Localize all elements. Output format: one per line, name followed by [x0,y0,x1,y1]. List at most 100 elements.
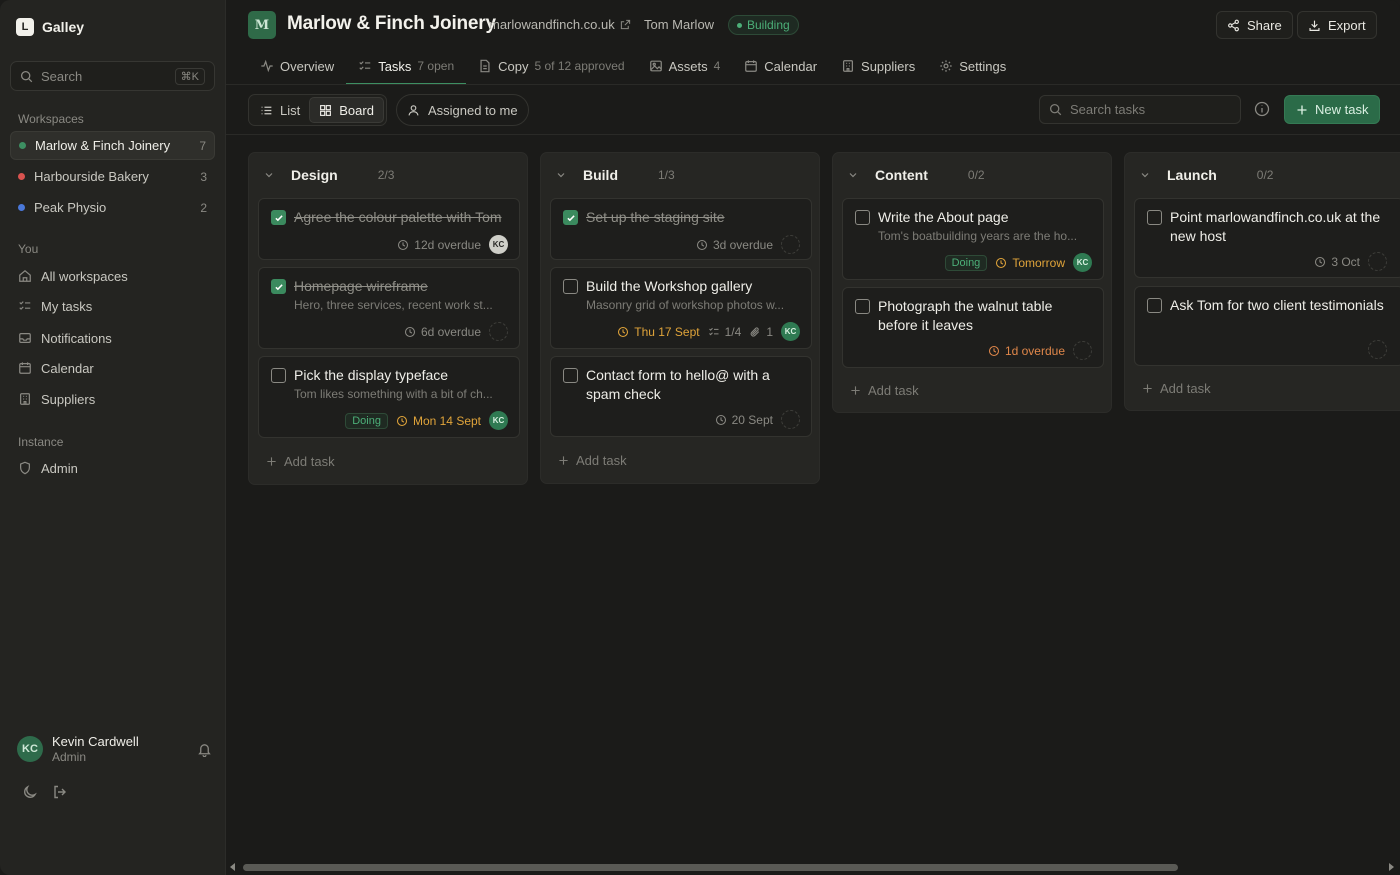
tab-tasks[interactable]: Tasks 7 open [346,48,467,85]
inbox-icon [19,333,31,343]
image-icon [649,60,662,72]
horizontal-scrollbar[interactable] [228,861,1396,873]
task-checkbox[interactable] [1147,210,1162,225]
task-meta: 3d overdue [696,235,800,254]
assignee-avatar[interactable]: KC [489,235,508,254]
workspace-name: Harbourside Bakery [34,169,149,184]
board-view-button[interactable]: Board [309,97,384,123]
task-card[interactable]: Build the Workshop gallery Masonry grid … [550,267,812,349]
bell-icon[interactable] [197,742,212,757]
task-card[interactable]: Contact form to hello@ with a spam check… [550,356,812,437]
column-design: Design 2/3 Agree the colour palette with… [248,152,528,485]
task-description: Tom likes something with a bit of ch... [294,387,493,401]
nav-admin[interactable]: Admin [10,454,215,482]
task-checkbox[interactable] [855,210,870,225]
nav-suppliers[interactable]: Suppliers [10,385,215,413]
share-button[interactable]: Share [1216,11,1293,39]
chevron-down-icon[interactable] [555,169,567,181]
add-task-button[interactable]: Add task [266,454,335,469]
tab-settings[interactable]: Settings [927,48,1018,84]
column-name: Design [291,167,338,183]
paperclip-icon [750,326,760,337]
workspace-item-peak-physio[interactable]: Peak Physio 2 [10,193,215,222]
task-card[interactable]: Pick the display typeface Tom likes some… [258,356,520,438]
view-toggle: List Board [248,94,387,126]
task-card[interactable]: Agree the colour palette with Tom 12d ov… [258,198,520,260]
task-list-icon [359,61,371,70]
unassigned-avatar[interactable] [489,322,508,341]
tab-overview[interactable]: Overview [248,48,346,84]
nav-my-tasks[interactable]: My tasks [10,292,215,320]
unassigned-avatar[interactable] [781,410,800,429]
task-card[interactable]: Homepage wireframe Hero, three services,… [258,267,520,349]
clock-icon [996,257,1007,268]
unassigned-avatar[interactable] [1368,340,1387,359]
unassigned-avatar[interactable] [781,235,800,254]
task-checkbox[interactable] [563,368,578,383]
task-due-label: 12d overdue [414,237,481,252]
workspace-name: Peak Physio [34,200,107,215]
task-checkbox[interactable] [271,279,286,294]
nav-all-workspaces[interactable]: All workspaces [10,262,215,290]
task-checkbox[interactable] [1147,298,1162,313]
list-view-button[interactable]: List [251,97,309,123]
tab-assets[interactable]: Assets 4 [637,48,733,84]
workspace-name: Marlow & Finch Joinery [35,138,171,153]
assigned-to-me-filter[interactable]: Assigned to me [396,94,529,126]
assignee-avatar[interactable]: KC [489,411,508,430]
workspace-item-harbourside[interactable]: Harbourside Bakery 3 [10,162,215,191]
task-checkbox[interactable] [271,368,286,383]
scroll-left-icon[interactable] [230,863,236,871]
workspace-item-marlow[interactable]: Marlow & Finch Joinery 7 [10,131,215,160]
column-header[interactable]: Launch 0/2 [1125,153,1400,197]
add-task-button[interactable]: Add task [850,383,919,398]
task-search-input[interactable]: Search tasks [1039,95,1241,124]
task-title: Pick the display typeface [294,367,449,383]
search-icon [20,70,33,82]
tab-suppliers[interactable]: Suppliers [829,48,927,84]
project-url-link[interactable]: marlowandfinch.co.uk [489,17,631,32]
chevron-down-icon[interactable] [847,169,859,181]
chevron-down-icon[interactable] [1139,169,1151,181]
moon-icon[interactable] [22,784,38,800]
task-card[interactable]: Point marlowandfinch.co.uk at the new ho… [1134,198,1400,278]
task-due-label: 6d overdue [420,324,481,339]
clock-icon [988,345,999,356]
task-meta: 1d overdue [988,341,1092,360]
task-card[interactable]: Set up the staging site 3d overdue [550,198,812,260]
task-checkbox[interactable] [563,210,578,225]
unassigned-avatar[interactable] [1073,341,1092,360]
task-card[interactable]: Photograph the walnut table before it le… [842,287,1104,368]
assignee-avatar[interactable]: KC [1073,253,1092,272]
calendar-icon [745,60,758,72]
app-brand[interactable]: L Galley [16,18,84,36]
new-task-button[interactable]: New task [1284,95,1381,124]
tab-copy[interactable]: Copy 5 of 12 approved [466,48,636,84]
sidebar-search-input[interactable]: Search ⌘K [10,61,215,91]
assignee-avatar[interactable]: KC [781,322,800,341]
task-card[interactable]: Ask Tom for two client testimonials [1134,286,1400,366]
info-icon[interactable] [1254,101,1270,117]
chevron-down-icon[interactable] [263,169,275,181]
column-launch: Launch 0/2 Point marlowandfinch.co.uk at… [1124,152,1400,411]
task-checkbox[interactable] [271,210,286,225]
export-button[interactable]: Export [1297,11,1377,39]
user-profile[interactable]: KC Kevin Cardwell Admin [17,734,212,764]
nav-notifications[interactable]: Notifications [10,324,215,352]
add-task-button[interactable]: Add task [558,453,627,468]
task-checkbox[interactable] [855,299,870,314]
column-header[interactable]: Design 2/3 [249,153,527,197]
nav-calendar[interactable]: Calendar [10,354,215,382]
task-card[interactable]: Write the About page Tom's boatbuilding … [842,198,1104,280]
unassigned-avatar[interactable] [1368,252,1387,271]
task-due: Thu 17 Sept [617,325,700,339]
scrollbar-thumb[interactable] [243,864,1178,871]
scroll-right-icon[interactable] [1388,863,1394,871]
logout-icon[interactable] [52,784,68,800]
column-count: 0/2 [967,168,985,182]
tab-calendar[interactable]: Calendar [732,48,829,84]
add-task-button[interactable]: Add task [1142,381,1211,396]
task-checkbox[interactable] [563,279,578,294]
column-header[interactable]: Content 0/2 [833,153,1111,197]
column-header[interactable]: Build 1/3 [541,153,819,197]
